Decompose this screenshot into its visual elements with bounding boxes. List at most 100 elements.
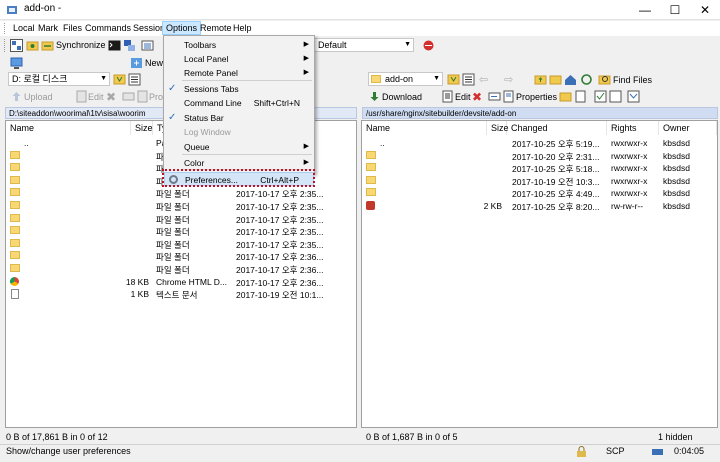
menu-help[interactable]: Help (230, 22, 255, 34)
local-file-row[interactable]: 18 KB Chrome HTML D... 2017-10-17 오후 2:36.… (6, 276, 356, 289)
local-file-size: 18 KB (125, 276, 149, 287)
menu-item-preferences[interactable]: Preferences... Ctrl+Alt+P (164, 172, 314, 186)
maximize-button[interactable]: ☐ (660, 0, 690, 20)
right-properties-button[interactable]: Properties (516, 92, 557, 102)
local-file-row[interactable]: 1 KB 텍스트 문서 2017-10-19 오전 10:1... (6, 288, 356, 301)
local-file-name: .. (24, 138, 29, 148)
menubar-grip[interactable] (4, 23, 7, 34)
tree-icon[interactable] (128, 73, 141, 86)
menu-item-toolbars[interactable]: Toolbars ▶ (164, 38, 314, 52)
toolbar-grip[interactable] (4, 39, 7, 52)
remote-col-name[interactable]: Name (362, 121, 487, 135)
remote-col-size[interactable]: Size (487, 121, 509, 135)
remote-file-panel[interactable]: Name Size Changed Rights Owner .. 2017-10… (361, 120, 718, 428)
download-button[interactable]: Download (382, 92, 422, 102)
remote-file-row[interactable]: .. 2017-10-25 오후 5:19... rwxrwxr-x kbsdsd (362, 137, 717, 150)
menu-item-sessions-tabs[interactable]: ✓ Sessions Tabs (164, 82, 314, 96)
putty-icon[interactable] (123, 39, 136, 52)
remote-col-rights[interactable]: Rights (607, 121, 659, 135)
folder-icon (10, 201, 20, 209)
menu-remote[interactable]: Remote (197, 22, 235, 34)
new-folder-icon[interactable] (559, 90, 572, 103)
local-file-row[interactable]: 파일 폴더 2017-10-17 오후 2:35... (6, 238, 356, 251)
remote-file-row[interactable]: 2017-10-25 오후 5:18... rwxrwxr-x kbsdsd (362, 162, 717, 175)
left-edit-button[interactable]: Edit (88, 92, 104, 102)
new-session-tab[interactable]: New (145, 58, 163, 68)
menu-item-label: Status Bar (184, 113, 224, 123)
rename-icon[interactable] (122, 90, 135, 103)
remote-file-size: 2 KB (483, 201, 502, 211)
local-file-type: 텍스트 문서 (156, 290, 198, 301)
session-combo[interactable]: Default ▼ (314, 38, 414, 52)
remote-col-owner[interactable]: Owner (659, 121, 717, 135)
unselect-files-icon[interactable] (609, 90, 622, 103)
remote-file-row[interactable]: 2017-10-25 오후 4:49... rwxrwxr-x kbsdsd (362, 187, 717, 200)
minimize-button[interactable]: — (630, 0, 660, 20)
back-icon[interactable]: ⇦ (479, 73, 488, 86)
app-icon (7, 6, 17, 14)
find-files-button[interactable]: Find Files (613, 75, 652, 85)
remote-file-row[interactable]: 2017-10-20 오후 2:31... rwxrwxr-x kbsdsd (362, 150, 717, 163)
home-icon[interactable] (564, 73, 577, 86)
hidden-files-count[interactable]: 1 hidden (658, 432, 693, 442)
filter-icon[interactable] (447, 73, 460, 86)
local-file-row[interactable]: 파일 폴더 2017-10-17 오후 2:35... (6, 213, 356, 226)
menu-item-label: Command Line (184, 98, 242, 108)
remote-file-row[interactable]: 2017-10-19 오전 10:3... rwxrwxr-x kbsdsd (362, 175, 717, 188)
local-file-row[interactable]: 파일 폴더 2017-10-17 오후 2:35... (6, 200, 356, 213)
remote-col-changed[interactable]: Changed (507, 121, 607, 135)
menu-item-label: Local Panel (184, 54, 229, 64)
remote-folder-combo[interactable]: add-on ▼ (368, 72, 443, 86)
local-drive-combo[interactable]: D: 로컬 디스크 ▼ (8, 72, 110, 86)
filter-icon[interactable] (113, 73, 126, 86)
local-drive-value: D: 로컬 디스크 (12, 74, 68, 84)
local-file-row[interactable]: 파일 폴더 2017-10-17 오후 2:35... (6, 187, 356, 200)
menu-options[interactable]: Options (162, 21, 202, 35)
compare-directories-icon[interactable] (10, 39, 23, 52)
menu-item-log-window[interactable]: Log Window (164, 125, 314, 139)
menu-item-remote-panel[interactable]: Remote Panel ▶ (164, 66, 314, 80)
menu-item-label: Sessions Tabs (184, 84, 239, 94)
local-file-row[interactable]: 파일 폴더 2017-10-17 오후 2:36... (6, 250, 356, 263)
new-session-icon[interactable] (130, 57, 143, 70)
parent-directory-icon[interactable] (534, 73, 547, 86)
transfer-settings-icon[interactable] (422, 39, 435, 52)
rename-icon[interactable] (488, 90, 501, 103)
remote-file-row[interactable]: 2 KB 2017-10-25 오후 8:20... rw-rw-r-- kbsdsd (362, 200, 717, 213)
refresh-icon[interactable] (580, 73, 593, 86)
select-files-icon[interactable] (594, 90, 607, 103)
forward-icon[interactable]: ⇨ (504, 73, 513, 86)
filter-files-icon[interactable] (627, 90, 640, 103)
synchronize-folders-icon[interactable] (26, 39, 39, 52)
local-file-row[interactable]: 파일 폴더 2017-10-17 오후 2:35... (6, 225, 356, 238)
menu-item-color[interactable]: Color ▶ (164, 156, 314, 170)
upload-button[interactable]: Upload (24, 92, 53, 102)
root-directory-icon[interactable] (549, 73, 562, 86)
edit-icon (76, 90, 87, 103)
delete-icon[interactable]: ✖ (106, 90, 116, 104)
queue-icon[interactable] (141, 39, 154, 52)
left-properties-button[interactable]: Pro (149, 92, 163, 102)
new-file-icon[interactable] (574, 90, 587, 103)
close-button[interactable]: ✕ (690, 0, 720, 20)
right-edit-button[interactable]: Edit (455, 92, 471, 102)
tree-icon[interactable] (462, 73, 475, 86)
menu-commands[interactable]: Commands (82, 22, 134, 34)
local-col-name[interactable]: Name (6, 121, 131, 135)
menu-item-shortcut: Ctrl+Alt+P (260, 175, 299, 185)
menu-mark[interactable]: Mark (35, 22, 61, 34)
folder-icon (366, 175, 376, 184)
local-col-size[interactable]: Size (131, 121, 153, 135)
menu-local[interactable]: Local (10, 22, 38, 34)
menu-item-local-panel[interactable]: Local Panel ▶ (164, 52, 314, 66)
synchronize-icon (41, 41, 54, 51)
remote-file-rights: rwxrwxr-x (611, 175, 648, 186)
menu-item-queue[interactable]: Queue ▶ (164, 140, 314, 154)
menu-separator (182, 169, 312, 170)
delete-icon[interactable]: ✖ (472, 90, 482, 104)
synchronize-button[interactable]: Synchronize (56, 40, 106, 50)
menu-item-command-line[interactable]: Command Line Shift+Ctrl+N (164, 96, 314, 110)
local-file-row[interactable]: 파일 폴더 2017-10-17 오후 2:36... (6, 263, 356, 276)
terminal-icon[interactable] (108, 39, 121, 52)
menu-item-status-bar[interactable]: ✓ Status Bar (164, 111, 314, 125)
